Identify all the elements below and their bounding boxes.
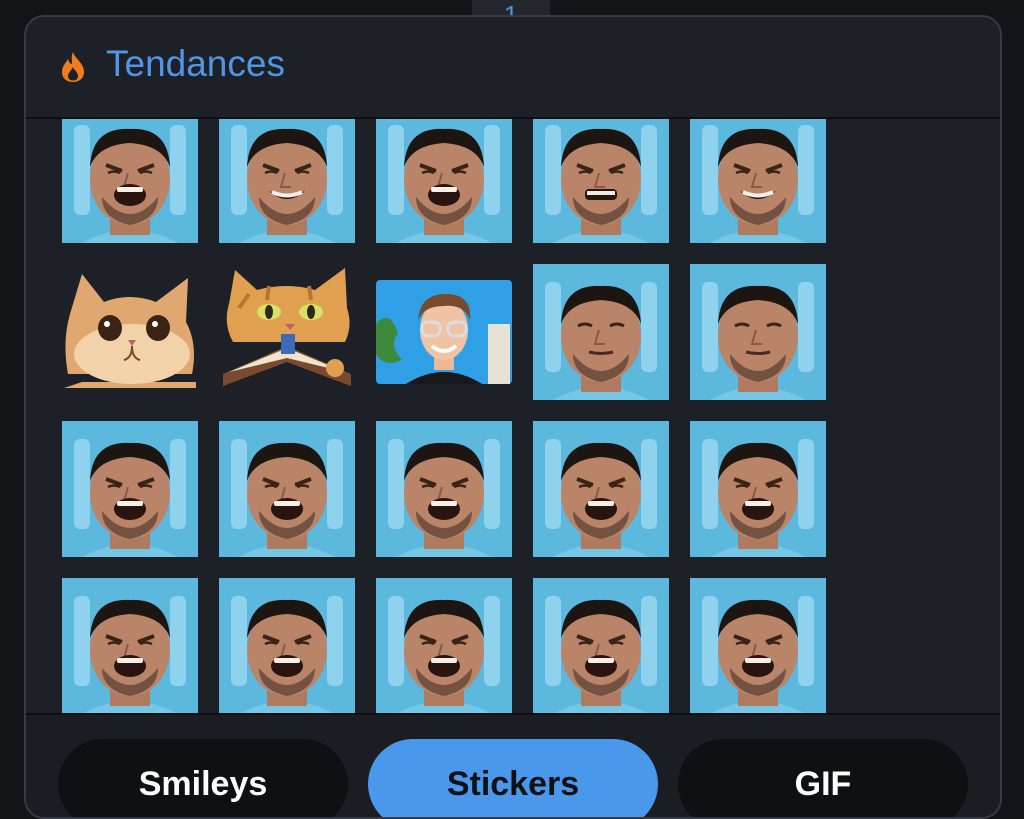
face-sticker-image [219,578,355,713]
face-sticker-image [533,264,669,400]
tab-smileys[interactable]: Smileys [58,739,348,817]
sticker-item[interactable] [533,264,669,400]
sticker-item[interactable] [533,421,669,557]
sticker-picker-panel: Tendances Smileys Stickers GIF [24,15,1002,819]
sticker-item[interactable] [376,264,512,400]
sticker-item[interactable] [690,421,826,557]
face-sticker-image [376,119,512,243]
picker-header: Tendances [26,17,1000,119]
face-sticker-image [62,578,198,713]
face-sticker-image [219,421,355,557]
sticker-grid [62,119,826,713]
sticker-item[interactable] [376,119,512,243]
sticker-item[interactable] [219,421,355,557]
face-sticker-image [690,119,826,243]
face-sticker-image [533,119,669,243]
sticker-item[interactable] [62,421,198,557]
sticker-item[interactable] [219,119,355,243]
sticker-item[interactable] [376,578,512,713]
sticker-item[interactable] [690,578,826,713]
cat-sticker-image [62,264,198,400]
category-tab-bar: Smileys Stickers GIF [26,713,1000,817]
sticker-item[interactable] [62,264,198,400]
face-sticker-image [533,578,669,713]
face-sticker-image [376,578,512,713]
face-sticker-image [690,578,826,713]
face-sticker-image [690,264,826,400]
face-sticker-image [62,421,198,557]
tab-stickers[interactable]: Stickers [368,739,658,817]
sticker-item[interactable] [219,264,355,400]
sticker-item[interactable] [690,264,826,400]
face-sticker-image [219,119,355,243]
sticker-item[interactable] [219,578,355,713]
sticker-item[interactable] [533,119,669,243]
tab-gif[interactable]: GIF [678,739,968,817]
trending-title: Tendances [106,43,285,84]
man-glasses-sticker-image [376,264,512,400]
sticker-grid-scroll[interactable] [26,119,1000,713]
face-sticker-image [690,421,826,557]
sticker-item[interactable] [376,421,512,557]
sticker-item[interactable] [690,119,826,243]
sticker-item[interactable] [62,119,198,243]
cat-book-sticker-image [219,264,355,400]
sticker-item[interactable] [62,578,198,713]
face-sticker-image [62,119,198,243]
face-sticker-image [376,421,512,557]
face-sticker-image [533,421,669,557]
sticker-item[interactable] [533,578,669,713]
flame-icon [62,52,84,82]
